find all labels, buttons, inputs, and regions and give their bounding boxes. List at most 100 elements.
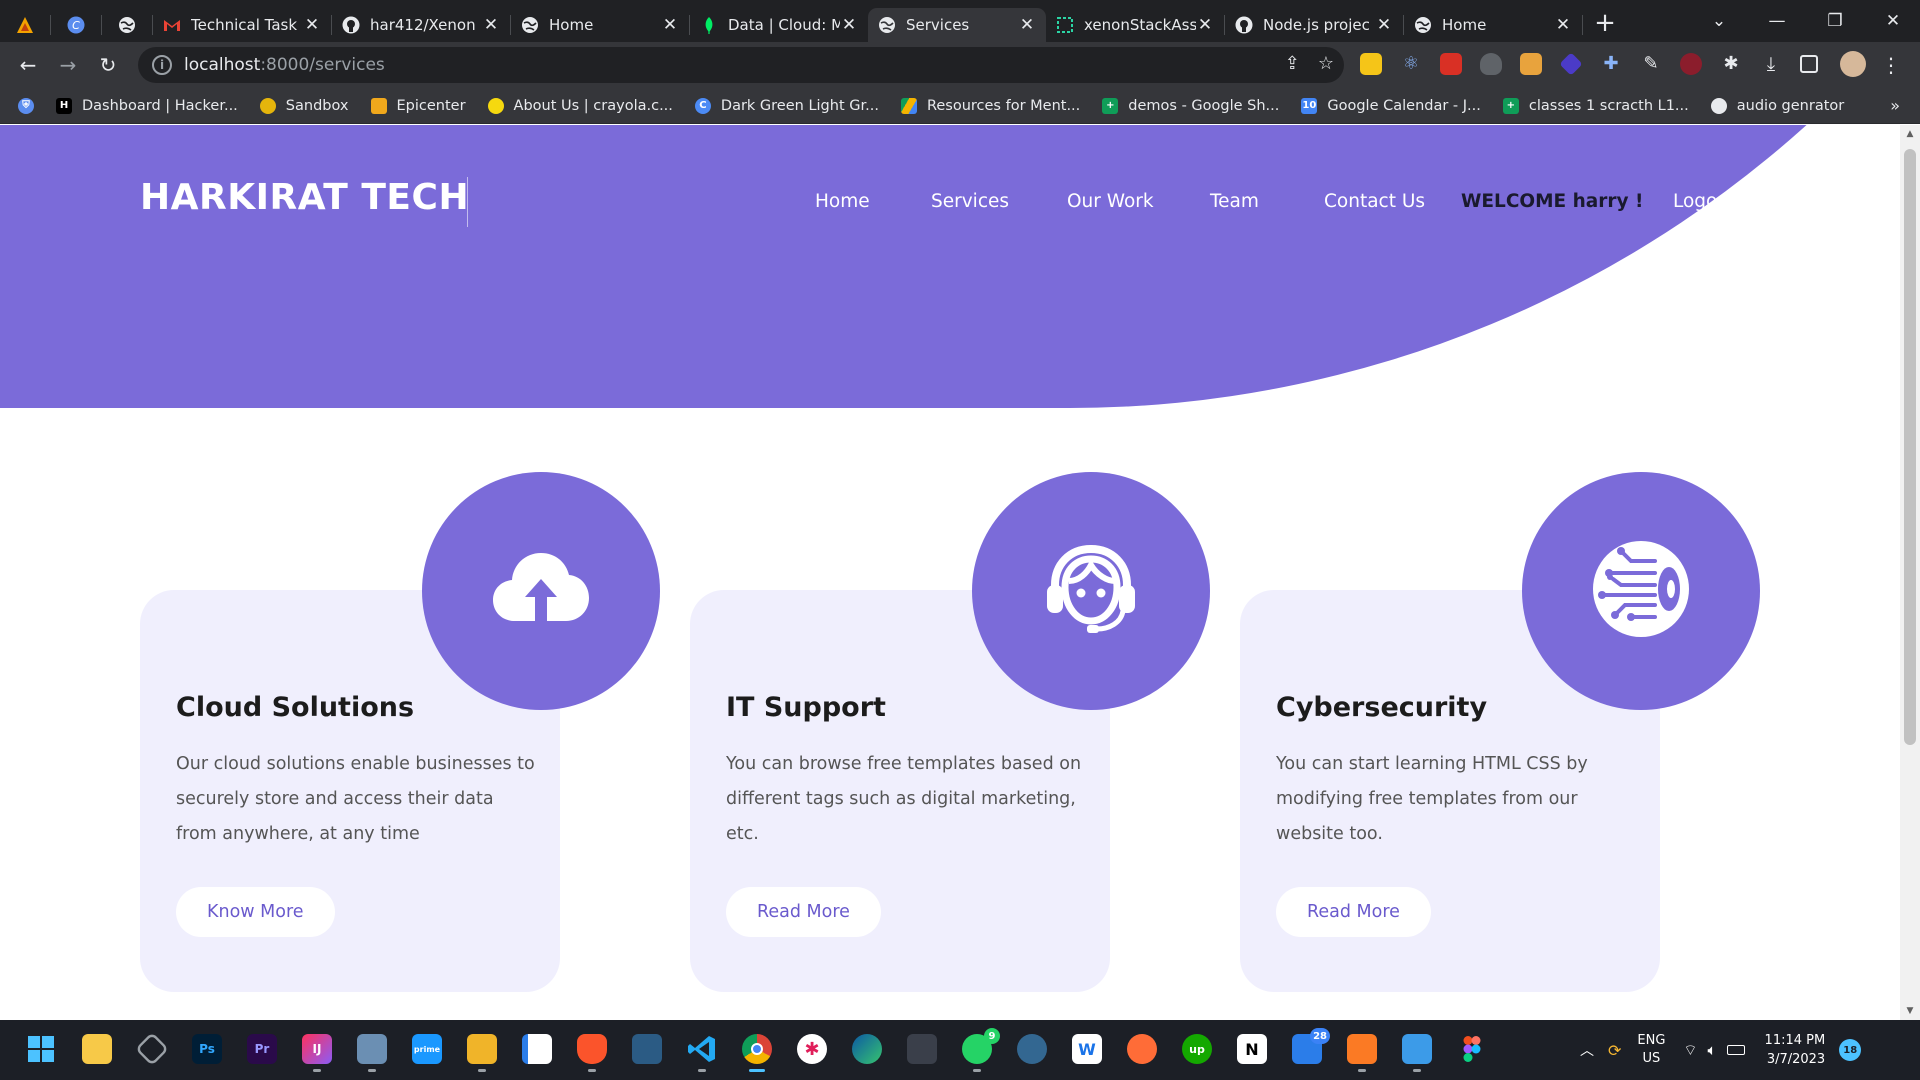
sync-icon[interactable]: ⟳ — [1608, 1041, 1621, 1060]
notion-icon[interactable]: N — [1237, 1034, 1267, 1064]
close-icon[interactable]: ✕ — [303, 15, 321, 35]
nav-our-work[interactable]: Our Work — [1067, 191, 1154, 212]
language-indicator[interactable]: ENG US — [1637, 1032, 1665, 1068]
clock[interactable]: 11:14 PM 3/7/2023 — [1765, 1031, 1826, 1069]
download-icon[interactable]: ⤓ — [1760, 53, 1782, 75]
site-logo[interactable]: HARKIRAT TECH — [140, 177, 469, 218]
postgresql-icon[interactable] — [1017, 1034, 1047, 1064]
minimize-button[interactable]: — — [1748, 0, 1806, 42]
new-tab-button[interactable]: + — [1583, 8, 1627, 38]
intellij-icon[interactable]: IJ — [302, 1034, 332, 1072]
tab-services[interactable]: Services ✕ — [868, 8, 1046, 42]
tab-nodejs-project[interactable]: Node.js projec ✕ — [1225, 8, 1403, 42]
notification-count-badge[interactable]: 18 — [1839, 1039, 1862, 1061]
scroll-down-arrow-icon[interactable]: ▼ — [1900, 1006, 1920, 1016]
close-icon[interactable]: ✕ — [840, 15, 858, 35]
red-circle-ext-icon[interactable] — [1680, 53, 1702, 75]
wifi-icon[interactable]: ⌔ — [1683, 1041, 1697, 1060]
tab-data-cloud[interactable]: Data | Cloud: M ✕ — [690, 8, 868, 42]
tab-technical-task[interactable]: Technical Task ✕ — [153, 8, 331, 42]
calculator-icon[interactable] — [907, 1034, 937, 1064]
battery-icon[interactable] — [1726, 1045, 1745, 1055]
postman-icon[interactable] — [1127, 1034, 1157, 1064]
close-icon[interactable]: ✕ — [1554, 15, 1572, 35]
close-icon[interactable]: ✕ — [1196, 15, 1214, 35]
bookmark-star-icon[interactable]: ☆ — [1318, 53, 1334, 74]
bookmark-calendar[interactable]: 10 Google Calendar - J... — [1301, 97, 1481, 114]
close-icon[interactable]: ✕ — [1375, 15, 1393, 35]
address-bar[interactable]: i localhost:8000/services ⇪ ☆ — [138, 47, 1344, 83]
kebab-menu-icon[interactable]: ⋮ — [1880, 53, 1902, 77]
bookmark-epicenter[interactable]: Epicenter — [370, 97, 466, 114]
mail-icon[interactable]: 28 — [1292, 1028, 1330, 1064]
volume-icon[interactable]: 🔈︎ — [1708, 1041, 1717, 1059]
photoshop-icon[interactable]: Ps — [192, 1034, 222, 1064]
nav-logout[interactable]: Logout — [1673, 191, 1736, 212]
know-more-button[interactable]: Know More — [176, 887, 335, 937]
windows-start-icon[interactable] — [26, 1034, 56, 1064]
bookmark-crayola[interactable]: About Us | crayola.c... — [487, 97, 673, 114]
tab-search-chevron-icon[interactable]: ⌄ — [1690, 0, 1748, 42]
slack-icon[interactable]: ✱ — [797, 1034, 827, 1064]
tab-pinned-2[interactable]: C — [51, 8, 101, 42]
back-arrow-icon[interactable]: ← — [8, 45, 48, 85]
chrome-icon[interactable] — [742, 1034, 772, 1072]
remote-desktop-icon[interactable] — [1402, 1034, 1432, 1072]
restore-button[interactable]: ❐ — [1806, 0, 1864, 42]
mysql-workbench-icon[interactable] — [632, 1034, 662, 1064]
nav-contact-us[interactable]: Contact Us — [1324, 191, 1425, 212]
close-window-button[interactable]: ✕ — [1864, 0, 1920, 42]
tab-pinned-1[interactable] — [0, 8, 50, 42]
show-hidden-icons-chevron-icon[interactable]: ︿ — [1580, 1040, 1594, 1060]
file-explorer-icon[interactable] — [467, 1034, 497, 1072]
notepad-icon[interactable] — [522, 1034, 552, 1064]
close-icon[interactable]: ✕ — [1018, 15, 1036, 35]
tab-xenonstack[interactable]: xenonStackAss ✕ — [1046, 8, 1224, 42]
edge-icon[interactable] — [852, 1034, 882, 1064]
close-icon[interactable]: ✕ — [482, 15, 500, 35]
tab-home[interactable]: Home ✕ — [511, 8, 689, 42]
page-scrollbar[interactable]: ▲ ▼ — [1900, 125, 1920, 1020]
read-more-button[interactable]: Read More — [1276, 887, 1431, 937]
sticky-notes-icon[interactable] — [82, 1034, 112, 1064]
forward-arrow-icon[interactable]: → — [48, 45, 88, 85]
tab-github-xenon[interactable]: har412/Xenon ✕ — [332, 8, 510, 42]
scrollbar-thumb[interactable] — [1904, 149, 1916, 745]
tab-home-2[interactable]: Home ✕ — [1404, 8, 1582, 42]
pen-ext-icon[interactable]: ✎ — [1640, 53, 1662, 75]
bookmark-sandbox[interactable]: Sandbox — [259, 97, 349, 114]
gem-ext-icon[interactable] — [1559, 52, 1583, 76]
upwork-icon[interactable]: up — [1182, 1034, 1212, 1064]
bookmark-hackerrank[interactable]: H Dashboard | Hacker... — [56, 97, 238, 114]
dropbox-ext-icon[interactable]: ✚ — [1600, 53, 1622, 75]
photos-icon[interactable] — [357, 1034, 387, 1072]
xampp-icon[interactable] — [1347, 1034, 1377, 1072]
reload-icon[interactable]: ↻ — [88, 45, 128, 85]
bookmark-classes-sheet[interactable]: + classes 1 scracth L1... — [1502, 97, 1689, 114]
more-bookmarks-chevron-icon[interactable]: » — [1890, 96, 1900, 115]
extension-keep-icon[interactable] — [1360, 53, 1382, 75]
tab-pinned-3[interactable] — [102, 8, 152, 42]
brave-icon[interactable] — [577, 1034, 607, 1072]
bookmark-demos-sheet[interactable]: + demos - Google Sh... — [1102, 97, 1279, 114]
youtube-ext-icon[interactable] — [1440, 53, 1462, 75]
shield-ext-icon[interactable] — [1480, 53, 1502, 75]
bookmark-shield[interactable]: ⛨ — [18, 97, 34, 114]
bookmark-audio-generator[interactable]: audio genrator — [1710, 97, 1844, 114]
side-panel-icon[interactable] — [1800, 55, 1818, 73]
nav-home[interactable]: Home — [815, 191, 870, 212]
premiere-pro-icon[interactable]: Pr — [247, 1034, 277, 1064]
site-info-icon[interactable]: i — [152, 55, 172, 75]
vscode-icon[interactable] — [687, 1034, 717, 1072]
nav-team[interactable]: Team — [1210, 191, 1259, 212]
unity-icon[interactable] — [135, 1032, 169, 1066]
figma-icon[interactable] — [1457, 1034, 1487, 1064]
word-icon[interactable]: W — [1072, 1034, 1102, 1064]
bookmark-resources[interactable]: Resources for Ment... — [900, 97, 1080, 114]
read-more-button[interactable]: Read More — [726, 887, 881, 937]
avatar[interactable] — [1840, 51, 1866, 77]
prime-video-icon[interactable]: prime — [412, 1034, 442, 1064]
react-devtools-icon[interactable]: ⚛ — [1400, 53, 1422, 75]
close-icon[interactable]: ✕ — [661, 15, 679, 35]
notes-ext-icon[interactable] — [1520, 53, 1542, 75]
